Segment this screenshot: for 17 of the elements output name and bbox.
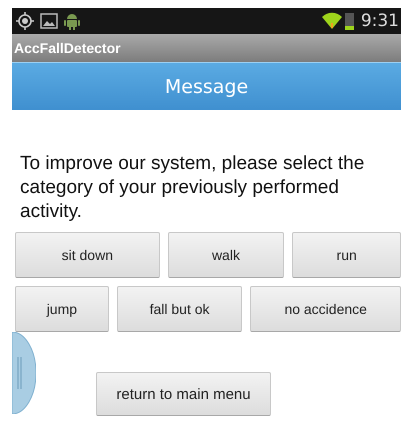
app-title: AccFallDetector: [14, 40, 121, 56]
location-icon: [16, 12, 34, 30]
activity-button[interactable]: fall but ok: [116, 286, 242, 332]
dialog-title: Message: [164, 76, 248, 98]
message-text: To improve our system, please select the category of your previously performed activity.: [20, 152, 366, 224]
activity-button[interactable]: run: [292, 232, 401, 278]
activity-button[interactable]: walk: [168, 232, 284, 278]
activity-button[interactable]: jump: [15, 286, 109, 332]
activity-button[interactable]: no accidence: [250, 286, 401, 332]
wifi-icon: [322, 12, 342, 30]
battery-icon: [344, 12, 354, 30]
side-handle[interactable]: [12, 332, 36, 414]
image-icon: [40, 13, 58, 29]
activity-button[interactable]: sit down: [15, 232, 160, 278]
return-button[interactable]: return to main menu: [96, 372, 271, 416]
clock-time: 9:31: [360, 11, 399, 31]
android-icon: [64, 12, 80, 30]
